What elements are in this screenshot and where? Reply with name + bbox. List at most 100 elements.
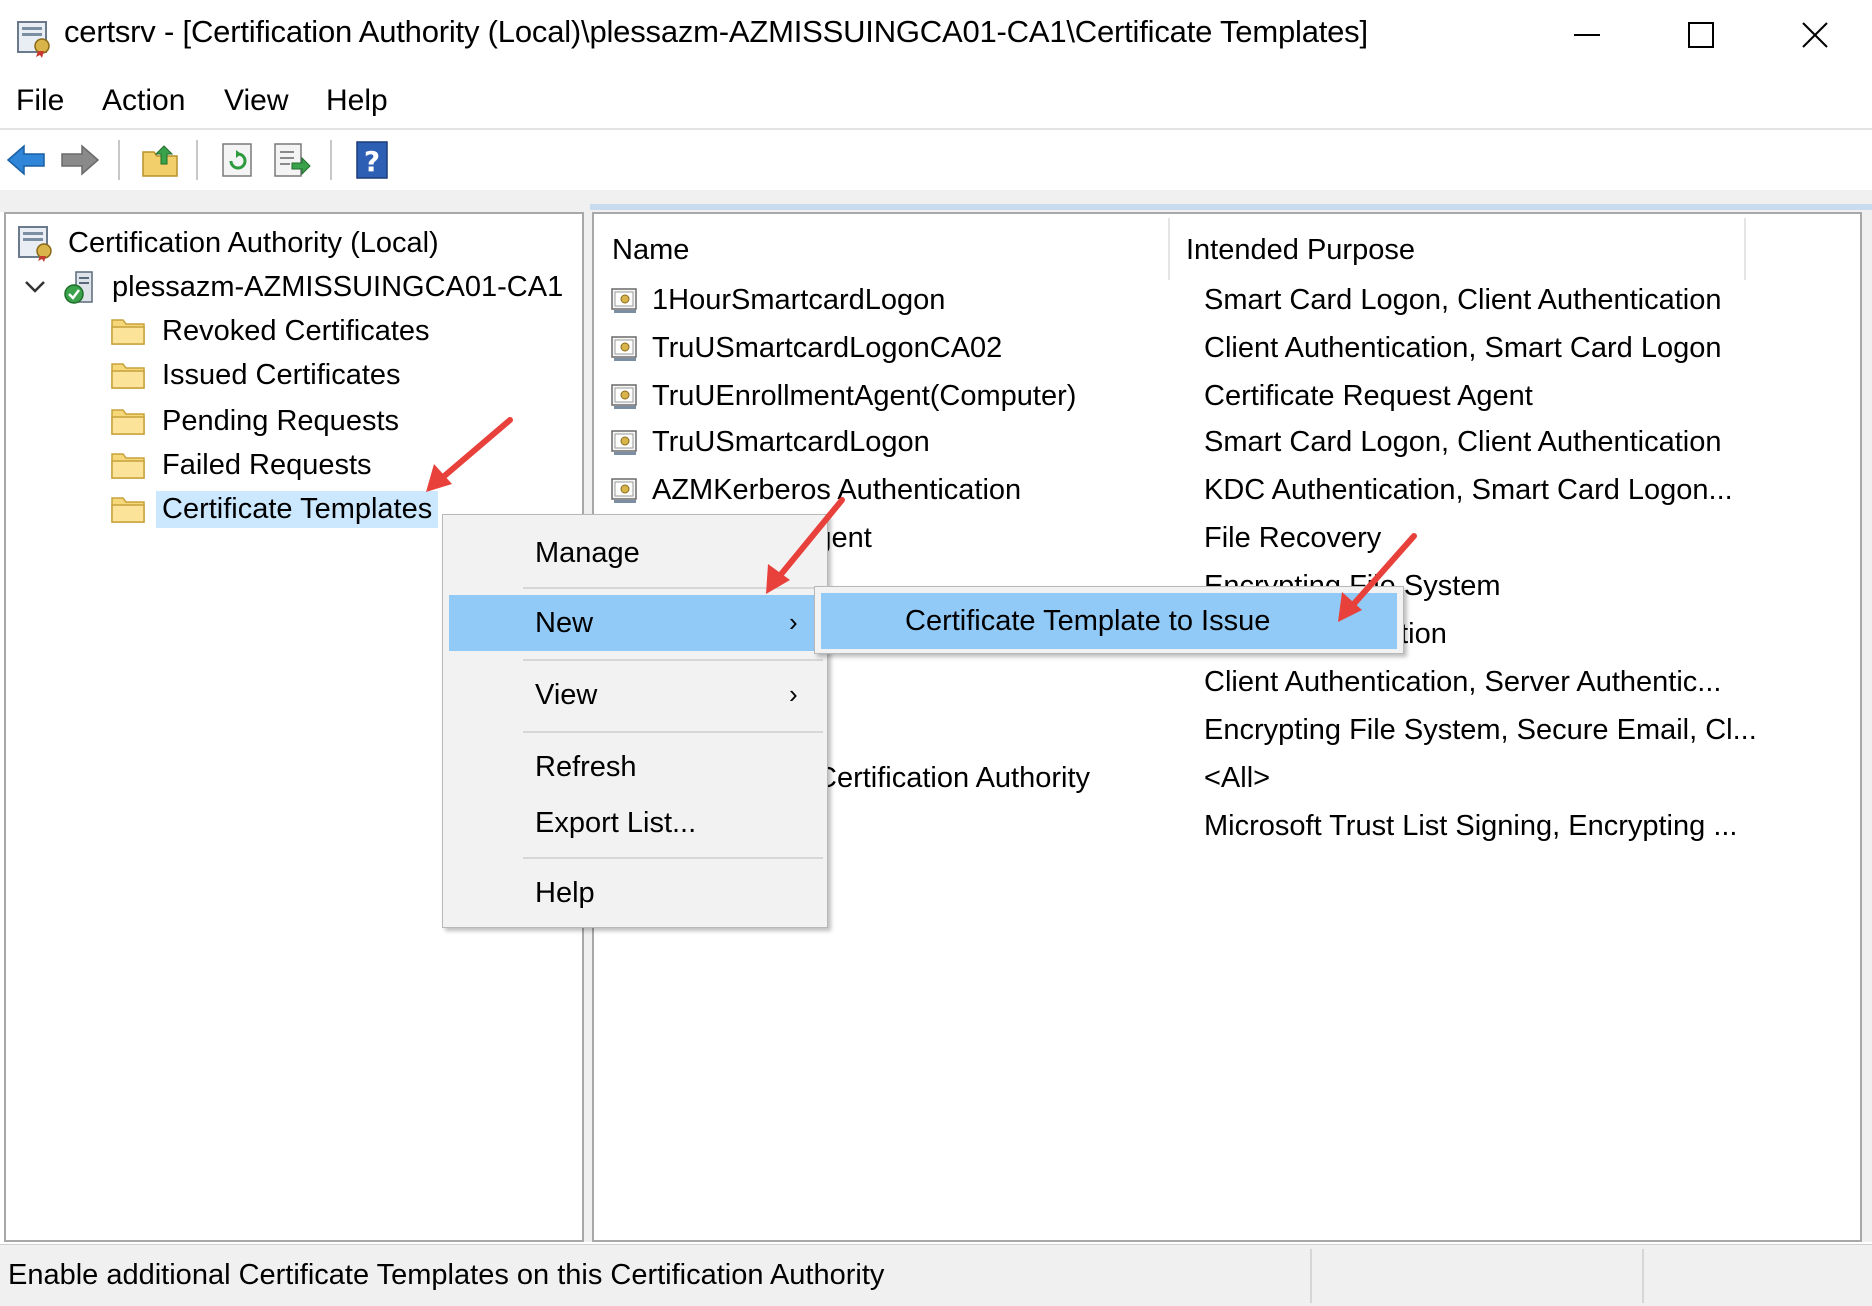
tree-label-issued: Issued Certificates — [162, 358, 401, 391]
cell-template-name: TruUSmartcardLogonCA02 — [610, 332, 1002, 365]
tree-item-failed-requests[interactable]: Failed Requests — [110, 444, 378, 486]
column-header-name[interactable]: Name — [612, 234, 689, 267]
column-header-intended-purpose[interactable]: Intended Purpose — [1186, 234, 1415, 267]
cell-intended-purpose: Smart Card Logon, Client Authentication — [1204, 284, 1722, 316]
context-menu-new[interactable]: New › — [449, 595, 823, 651]
context-menu-label: View — [535, 679, 598, 711]
new-submenu: Certificate Template to Issue — [814, 586, 1404, 654]
folder-icon — [111, 497, 145, 523]
cell-intended-purpose: KDC Authentication, Smart Card Logon... — [1204, 474, 1733, 506]
tree-label-ca: plessazm-AZMISSUINGCA01-CA1 — [112, 270, 564, 303]
refresh-button[interactable] — [216, 138, 260, 182]
up-one-level-button[interactable] — [138, 138, 182, 182]
table-row[interactable]: AZMKerberos Authentication KDC Authentica… — [610, 468, 1850, 514]
template-name-text: TruUSmartcardLogon — [652, 426, 930, 458]
help-button[interactable]: ? — [350, 138, 394, 182]
context-menu-label: Manage — [535, 537, 640, 569]
back-icon — [6, 144, 45, 176]
submenu-certificate-template-to-issue[interactable]: Certificate Template to Issue — [821, 593, 1397, 649]
chevron-right-icon: › — [789, 679, 798, 709]
cell-intended-purpose: Client Authentication, Server Authentic.… — [1204, 666, 1722, 698]
up-folder-icon — [142, 145, 178, 177]
menu-action[interactable]: Action — [98, 82, 189, 120]
tree-item-certificate-templates[interactable]: Certificate Templates — [110, 488, 439, 530]
tree-item-revoked-certificates[interactable]: Revoked Certificates — [110, 310, 436, 352]
certification-authority-icon — [18, 226, 52, 262]
context-menu-export-list[interactable]: Export List... — [449, 795, 823, 851]
close-button[interactable] — [1758, 0, 1872, 70]
tree-item-ca[interactable]: plessazm-AZMISSUINGCA01-CA1 — [22, 266, 569, 308]
menu-view[interactable]: View — [220, 82, 292, 120]
help-icon: ? — [356, 141, 388, 179]
chevron-right-icon: › — [789, 607, 798, 637]
tree-label-root: Certification Authority (Local) — [68, 226, 439, 259]
toolbar: ? — [0, 130, 1872, 190]
template-name-text: TruUEnrollmentAgent(Computer) — [652, 380, 1077, 412]
context-menu-label: New — [535, 607, 594, 639]
title-bar: certsrv - [Certification Authority (Loca… — [0, 0, 1872, 70]
menu-separator — [523, 857, 823, 859]
cell-intended-purpose: Microsoft Trust List Signing, Encrypting… — [1204, 810, 1738, 842]
status-divider — [1310, 1249, 1312, 1303]
cell-template-name: TruUSmartcardLogon — [610, 426, 930, 459]
table-row[interactable]: TruUSmartcardLogonCA02 Client Authenticat… — [610, 326, 1850, 372]
ca-server-icon — [64, 271, 93, 304]
table-row[interactable]: 1HourSmartcardLogon Smart Card Logon, Cli… — [610, 278, 1850, 324]
cell-template-name: TruUEnrollmentAgent(Computer) — [610, 380, 1076, 413]
certificate-template-icon — [611, 287, 637, 313]
submenu-label: Certificate Template to Issue — [905, 605, 1271, 637]
export-list-button[interactable] — [270, 138, 314, 182]
toolbar-separator — [118, 140, 120, 180]
menu-separator — [523, 731, 823, 733]
table-row[interactable]: TruUEnrollmentAgent(Computer) Certificate… — [610, 374, 1850, 420]
cell-intended-purpose: Certificate Request Agent — [1204, 380, 1533, 412]
context-menu-manage[interactable]: Manage — [449, 525, 823, 581]
tree-item-issued-certificates[interactable]: Issued Certificates — [110, 354, 407, 396]
back-button[interactable] — [4, 138, 48, 182]
template-name-text: AZMKerberos Authentication — [652, 474, 1022, 506]
template-name-text: 1HourSmartcardLogon — [652, 284, 946, 316]
maximize-button[interactable] — [1644, 0, 1758, 70]
tree-label-revoked: Revoked Certificates — [162, 314, 430, 347]
context-menu: Manage New › View › Refresh Export List.… — [442, 514, 828, 928]
chevron-down-icon[interactable] — [22, 274, 48, 300]
menu-file[interactable]: File — [12, 82, 68, 120]
minimize-button[interactable] — [1530, 0, 1644, 70]
context-menu-refresh[interactable]: Refresh — [449, 739, 823, 795]
svg-text:?: ? — [364, 145, 380, 178]
certsrv-app-icon — [17, 21, 50, 58]
tree-label-pending: Pending Requests — [162, 404, 399, 437]
forward-icon — [61, 144, 100, 176]
menu-separator — [523, 659, 823, 661]
tree-item-pending-requests[interactable]: Pending Requests — [110, 400, 405, 442]
refresh-icon — [222, 143, 252, 177]
window-right-edge — [1862, 212, 1872, 1242]
status-bar: Enable additional Certificate Templates … — [0, 1244, 1872, 1306]
cell-intended-purpose: Encrypting File System, Secure Email, Cl… — [1204, 714, 1757, 746]
folder-icon — [111, 453, 145, 479]
export-list-icon — [274, 143, 311, 177]
cell-intended-purpose: Smart Card Logon, Client Authentication — [1204, 426, 1722, 458]
tree-item-certification-authority-local[interactable]: Certification Authority (Local) — [16, 222, 445, 264]
column-divider[interactable] — [1168, 218, 1170, 280]
status-text: Enable additional Certificate Templates … — [8, 1259, 885, 1291]
toolbar-separator — [196, 140, 198, 180]
template-name-text: TruUSmartcardLogonCA02 — [652, 332, 1003, 364]
toolbar-bottom-strip — [0, 190, 1872, 212]
context-menu-view[interactable]: View › — [449, 667, 823, 723]
folder-icon — [111, 363, 145, 389]
window-title: certsrv - [Certification Authority (Loca… — [64, 14, 1368, 49]
toolbar-separator — [330, 140, 332, 180]
pane-header-accent — [590, 204, 1872, 210]
cell-intended-purpose: <All> — [1204, 762, 1271, 794]
menu-help[interactable]: Help — [322, 82, 392, 120]
status-divider — [1642, 1249, 1644, 1303]
context-menu-help[interactable]: Help — [449, 865, 823, 921]
table-row[interactable]: TruUSmartcardLogon Smart Card Logon, Clie… — [610, 420, 1850, 466]
menu-separator — [523, 587, 823, 589]
tree-label-failed: Failed Requests — [162, 448, 372, 481]
cell-intended-purpose: File Recovery — [1204, 522, 1382, 554]
cell-template-name: AZMKerberos Authentication — [610, 474, 1021, 507]
forward-button[interactable] — [58, 138, 102, 182]
column-divider[interactable] — [1744, 218, 1746, 280]
